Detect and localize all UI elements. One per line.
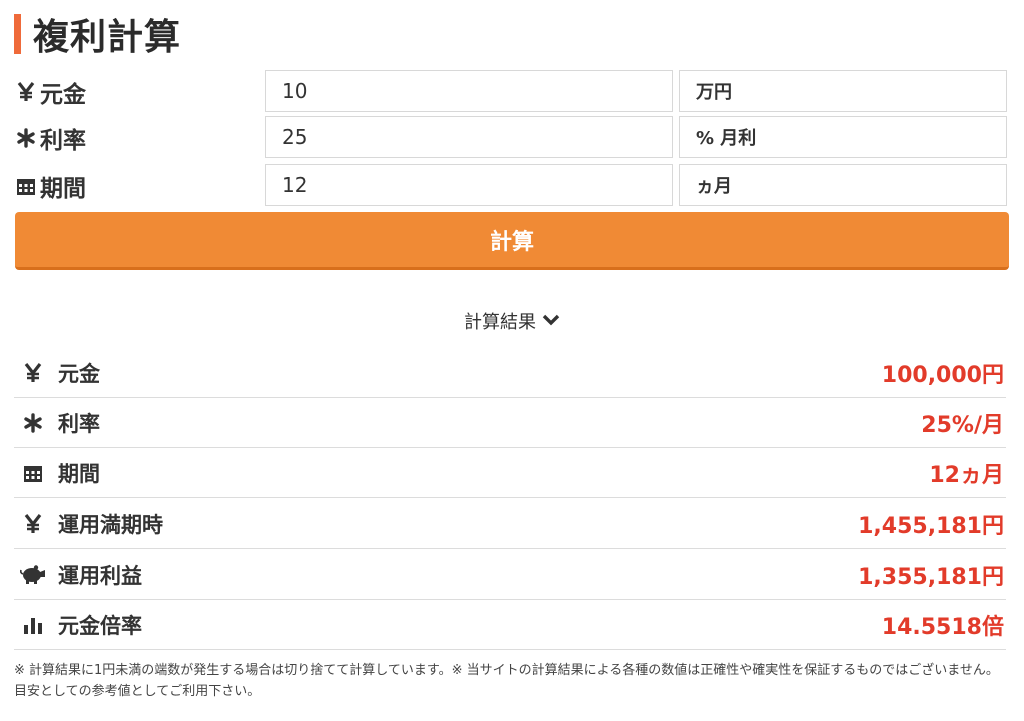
result-label-maturity: 運用満期時: [14, 509, 163, 539]
result-label-rate: 利率: [14, 408, 100, 438]
disclaimer-note: ※ 計算結果に1円未満の端数が発生する場合は切り捨てて計算しています。※ 当サイ…: [14, 663, 999, 699]
result-label-text: 利率: [58, 411, 100, 436]
result-row-maturity: 運用満期時 1,455,181円: [14, 499, 1006, 549]
result-label-profit: 運用利益: [14, 560, 142, 590]
period-input[interactable]: [265, 164, 673, 206]
yen-icon: [14, 82, 38, 102]
result-value: 1,455,181円: [858, 513, 1004, 539]
calendar-icon: [20, 463, 46, 483]
result-row-profit: 運用利益 1,355,181円: [14, 550, 1006, 600]
result-row-multiplier: 元金倍率 14.5518倍: [14, 600, 1006, 650]
result-label-text: 元金: [58, 361, 100, 386]
result-value: 100,000円: [881, 362, 1004, 388]
rate-input[interactable]: [265, 116, 673, 158]
principal-label-text: 元金: [40, 82, 86, 108]
yen-icon: [20, 513, 46, 534]
chevron-down-icon: [542, 311, 560, 332]
yen-icon: [20, 362, 46, 383]
principal-unit: 万円: [679, 70, 1007, 112]
rate-row: 利率 % 月利: [14, 116, 1010, 160]
principal-input[interactable]: [265, 70, 673, 112]
piggy-bank-icon: [20, 564, 46, 585]
result-value: 25%/月: [921, 412, 1004, 438]
rate-unit: % 月利: [679, 116, 1007, 158]
page-title: 複利計算: [33, 17, 182, 58]
result-label-period: 期間: [14, 458, 100, 488]
result-label-principal: 元金: [14, 358, 100, 388]
results-heading[interactable]: 計算結果: [0, 308, 1024, 334]
page-header: 複利計算: [14, 10, 181, 58]
period-label-text: 期間: [40, 176, 86, 202]
result-label-multiplier: 元金倍率: [14, 610, 142, 640]
asterisk-icon: [14, 128, 38, 148]
result-label-text: 元金倍率: [58, 613, 142, 638]
period-row: 期間 ヵ月: [14, 164, 1010, 208]
result-label-text: 運用利益: [58, 563, 142, 588]
rate-label: 利率: [14, 116, 254, 160]
period-unit: ヵ月: [679, 164, 1007, 206]
result-row-period: 期間 12ヵ月: [14, 448, 1006, 498]
result-row-principal: 元金 100,000円: [14, 348, 1006, 398]
result-label-text: 運用満期時: [58, 512, 163, 537]
result-value: 14.5518倍: [881, 614, 1004, 640]
result-row-rate: 利率 25%/月: [14, 398, 1006, 448]
asterisk-icon: [20, 412, 46, 433]
title-accent-bar: [14, 14, 21, 54]
result-value: 1,355,181円: [858, 564, 1004, 590]
bar-chart-icon: [20, 615, 46, 635]
results-heading-text: 計算結果: [464, 312, 536, 333]
principal-label: 元金: [14, 70, 254, 114]
rate-label-text: 利率: [40, 128, 86, 154]
calendar-icon: [14, 176, 38, 196]
principal-row: 元金 万円: [14, 70, 1010, 114]
period-label: 期間: [14, 164, 254, 208]
result-value: 12ヵ月: [929, 462, 1004, 488]
calculate-button[interactable]: 計算: [15, 212, 1009, 270]
result-label-text: 期間: [58, 461, 100, 486]
